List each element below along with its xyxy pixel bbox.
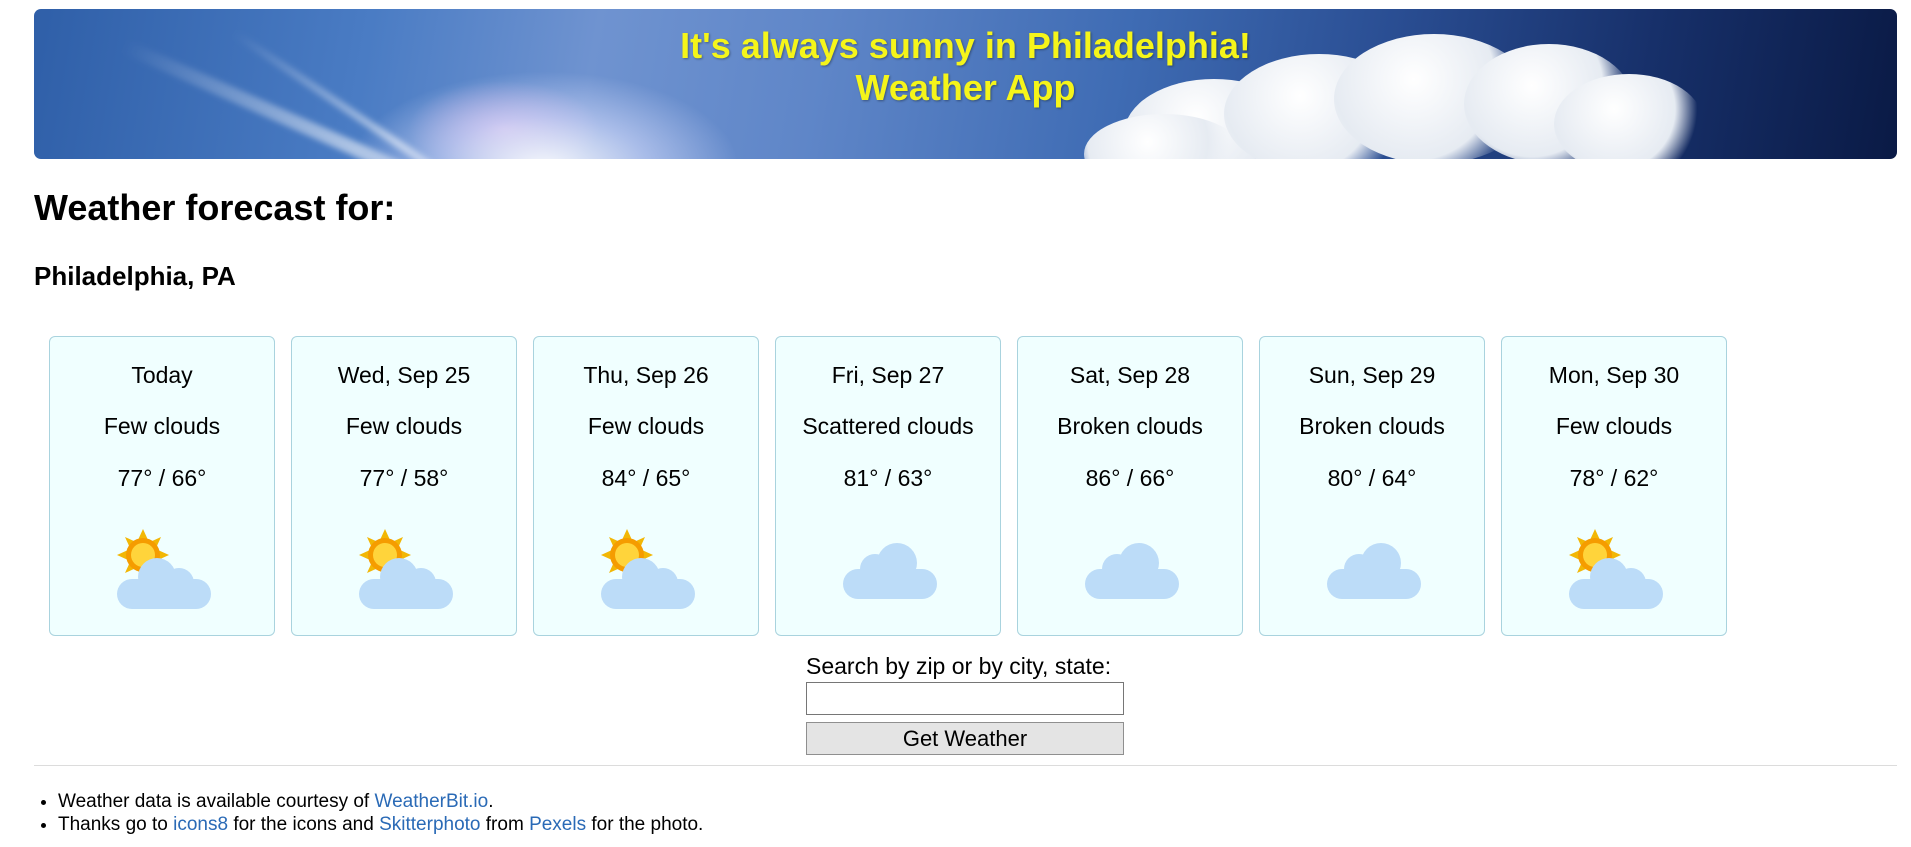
day-name: Sat, Sep 28 — [1069, 362, 1191, 388]
sun-cloud-icon — [1565, 527, 1665, 617]
banner-title-line1: It's always sunny in Philadelphia! — [680, 25, 1251, 66]
day-temps: 78° / 62° — [1569, 465, 1659, 491]
day-condition: Broken clouds — [1057, 413, 1203, 439]
pexels-link[interactable]: Pexels — [529, 814, 586, 835]
day-condition: Few clouds — [103, 413, 221, 439]
header-banner: It's always sunny in Philadelphia! Weath… — [34, 9, 1897, 159]
sun-cloud-icon — [597, 527, 697, 617]
page: It's always sunny in Philadelphia! Weath… — [0, 0, 1911, 847]
forecast-day-card: Wed, Sep 25 Few clouds 77° / 58° — [291, 336, 517, 636]
day-temps: 81° / 63° — [843, 465, 933, 491]
banner-title-line2: Weather App — [855, 67, 1076, 108]
day-condition: Few clouds — [587, 413, 705, 439]
icons8-link[interactable]: icons8 — [173, 814, 228, 835]
banner-title: It's always sunny in Philadelphia! Weath… — [34, 25, 1897, 109]
day-condition: Few clouds — [1555, 413, 1673, 439]
forecast-day-card: Today Few clouds 77° / 66° — [49, 336, 275, 636]
day-name: Wed, Sep 25 — [337, 362, 471, 388]
forecast-day-card: Thu, Sep 26 Few clouds 84° / 65° — [533, 336, 759, 636]
cloud-icon — [839, 527, 939, 617]
forecast-day-card: Fri, Sep 27 Scattered clouds 81° / 63° — [775, 336, 1001, 636]
forecast-day-card: Sun, Sep 29 Broken clouds 80° / 64° — [1259, 336, 1485, 636]
credits-item-thanks: Thanks go to icons8 for the icons and Sk… — [58, 813, 703, 836]
search-form: Search by zip or by city, state: Get Wea… — [806, 652, 1126, 755]
skitterphoto-link[interactable]: Skitterphoto — [379, 814, 480, 835]
page-heading: Weather forecast for: — [34, 187, 396, 228]
sun-cloud-icon — [113, 527, 213, 617]
search-input[interactable] — [806, 682, 1124, 715]
forecast-day-card: Mon, Sep 30 Few clouds 78° / 62° — [1501, 336, 1727, 636]
cloud-icon — [1081, 527, 1181, 617]
day-condition: Scattered clouds — [802, 413, 974, 439]
day-name: Today — [131, 362, 193, 388]
day-condition: Few clouds — [345, 413, 463, 439]
day-name: Sun, Sep 29 — [1308, 362, 1436, 388]
day-condition: Broken clouds — [1299, 413, 1445, 439]
weatherbit-link[interactable]: WeatherBit.io — [375, 791, 489, 812]
credits-item-data: Weather data is available courtesy of We… — [58, 790, 703, 813]
day-name: Fri, Sep 27 — [831, 362, 945, 388]
forecast-day-card: Sat, Sep 28 Broken clouds 86° / 66° — [1017, 336, 1243, 636]
search-label: Search by zip or by city, state: — [806, 653, 1112, 679]
day-name: Mon, Sep 30 — [1548, 362, 1680, 388]
day-temps: 77° / 58° — [359, 465, 449, 491]
day-temps: 86° / 66° — [1085, 465, 1175, 491]
cloud-icon — [1323, 527, 1423, 617]
credits-list: Weather data is available courtesy of We… — [34, 790, 703, 836]
forecast-list: Today Few clouds 77° / 66° Wed, Sep 25 F… — [49, 336, 1727, 636]
day-temps: 77° / 66° — [117, 465, 207, 491]
day-temps: 80° / 64° — [1327, 465, 1417, 491]
footer-divider — [34, 765, 1897, 766]
location-name: Philadelphia, PA — [34, 261, 236, 291]
day-temps: 84° / 65° — [601, 465, 691, 491]
sun-cloud-icon — [355, 527, 455, 617]
get-weather-button[interactable]: Get Weather — [806, 722, 1124, 755]
day-name: Thu, Sep 26 — [583, 362, 709, 388]
